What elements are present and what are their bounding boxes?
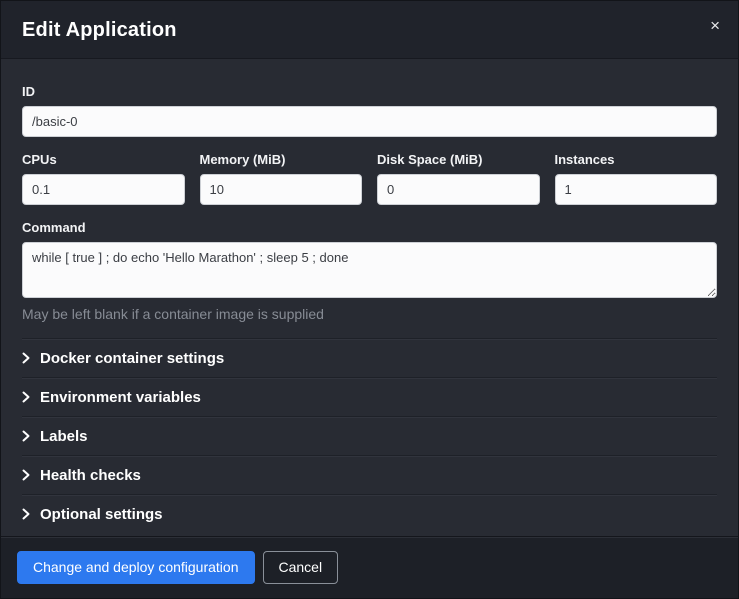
submit-button[interactable]: Change and deploy configuration [17, 551, 255, 584]
modal-header: Edit Application × [1, 1, 738, 59]
chevron-right-icon [22, 391, 40, 403]
cpus-label: CPUs [22, 152, 185, 167]
instances-label: Instances [555, 152, 718, 167]
section-docker-container-settings[interactable]: Docker container settings [22, 338, 717, 377]
section-environment-variables[interactable]: Environment variables [22, 377, 717, 416]
instances-field-group: Instances [555, 137, 718, 205]
chevron-right-icon [22, 469, 40, 481]
command-label: Command [22, 220, 717, 235]
section-label: Environment variables [40, 389, 201, 406]
section-labels[interactable]: Labels [22, 416, 717, 455]
chevron-right-icon [22, 352, 40, 364]
memory-label: Memory (MiB) [200, 152, 363, 167]
chevron-right-icon [22, 508, 40, 520]
close-icon[interactable]: × [706, 15, 724, 36]
section-health-checks[interactable]: Health checks [22, 455, 717, 494]
id-field-group: ID [22, 84, 717, 137]
cancel-button[interactable]: Cancel [263, 551, 339, 584]
command-field-group: Command while [ true ] ; do echo 'Hello … [22, 220, 717, 322]
disk-input[interactable] [377, 174, 540, 205]
section-label: Health checks [40, 467, 141, 484]
resources-row: CPUs Memory (MiB) Disk Space (MiB) Insta… [22, 137, 717, 205]
section-label: Docker container settings [40, 350, 224, 367]
chevron-right-icon [22, 430, 40, 442]
section-label: Optional settings [40, 506, 163, 523]
disk-label: Disk Space (MiB) [377, 152, 540, 167]
section-optional-settings[interactable]: Optional settings [22, 494, 717, 533]
command-input[interactable]: while [ true ] ; do echo 'Hello Marathon… [22, 242, 717, 298]
cpus-field-group: CPUs [22, 137, 185, 205]
instances-input[interactable] [555, 174, 718, 205]
modal-body: ID CPUs Memory (MiB) Disk Space (MiB) In… [1, 59, 738, 536]
edit-application-modal: Edit Application × ID CPUs Memory (MiB) … [0, 0, 739, 599]
modal-footer: Change and deploy configuration Cancel [1, 536, 738, 598]
memory-field-group: Memory (MiB) [200, 137, 363, 205]
disk-field-group: Disk Space (MiB) [377, 137, 540, 205]
id-input[interactable] [22, 106, 717, 137]
command-help-text: May be left blank if a container image i… [22, 306, 717, 322]
cpus-input[interactable] [22, 174, 185, 205]
collapsible-sections: Docker container settings Environment va… [22, 338, 717, 533]
memory-input[interactable] [200, 174, 363, 205]
id-label: ID [22, 84, 717, 99]
modal-title: Edit Application [22, 19, 717, 42]
section-label: Labels [40, 428, 88, 445]
